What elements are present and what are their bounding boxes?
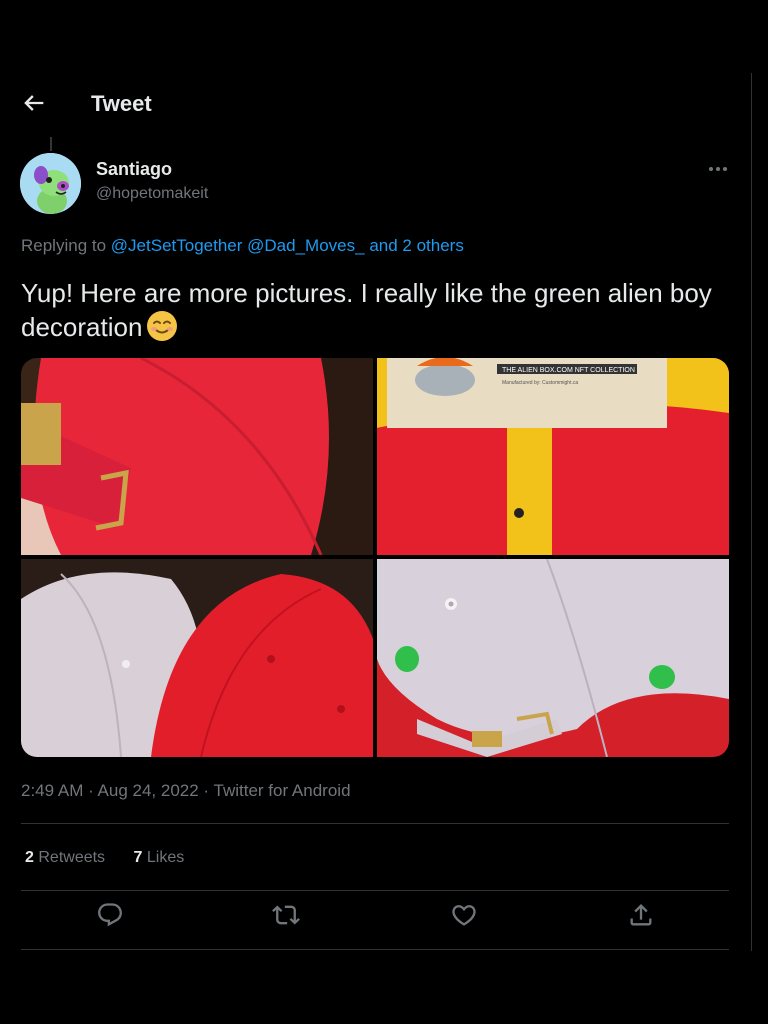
retweets-label: Retweets	[38, 849, 106, 866]
replying-to-label: Replying to	[21, 236, 107, 255]
more-options-icon[interactable]	[704, 157, 732, 181]
separator: ·	[198, 781, 214, 800]
tweet-date[interactable]: Aug 24, 2022	[98, 781, 199, 800]
avatar[interactable]	[20, 153, 81, 214]
mention-link[interactable]: @JetSetTogether	[111, 236, 243, 255]
divider	[21, 890, 729, 891]
author-name[interactable]: Santiago	[96, 159, 172, 180]
divider	[21, 823, 729, 824]
page-title: Tweet	[91, 91, 152, 116]
back-arrow-icon[interactable]	[20, 89, 48, 117]
media-photo-1[interactable]	[21, 358, 373, 555]
thread-connector	[50, 137, 52, 151]
media-grid: THE ALIEN BOX.COM NFT COLLECTION Manufac…	[21, 358, 729, 757]
smiling-face-icon	[146, 310, 178, 342]
author-handle[interactable]: @hopetomakeit	[96, 185, 208, 203]
engagement-stats: 2 Retweets 7 Likes	[25, 849, 208, 867]
tweet-detail-view: Tweet Santiago @hopetomakeit Replying to…	[0, 73, 752, 951]
media-photo-3[interactable]	[21, 559, 373, 757]
tweet-time[interactable]: 2:49 AM	[21, 781, 83, 800]
share-icon[interactable]	[627, 901, 655, 929]
retweet-icon[interactable]	[272, 901, 300, 929]
retweets-count: 2	[25, 849, 34, 866]
media-photo-4[interactable]	[377, 559, 729, 757]
tweet-metadata: 2:49 AM · Aug 24, 2022 · Twitter for And…	[21, 781, 351, 801]
tag-text-2: Manufactured by: Custommight.ca	[502, 380, 578, 386]
separator: ·	[83, 781, 98, 800]
likes-label: Likes	[146, 849, 185, 866]
like-icon[interactable]	[450, 901, 478, 929]
reply-icon[interactable]	[96, 901, 124, 929]
others-link[interactable]: and 2 others	[369, 236, 464, 255]
retweets-stat[interactable]: 2 Retweets	[25, 849, 105, 866]
divider	[21, 949, 729, 950]
likes-count: 7	[133, 849, 143, 866]
replying-to-line: Replying to @JetSetTogether @Dad_Moves_ …	[21, 236, 464, 256]
top-bar: Tweet	[0, 73, 752, 133]
mention-link[interactable]: @Dad_Moves_	[247, 236, 364, 255]
tweet-text: Yup! Here are more pictures. I really li…	[21, 276, 736, 344]
tweet-source[interactable]: Twitter for Android	[214, 781, 351, 800]
likes-stat[interactable]: 7 Likes	[134, 849, 185, 866]
tweet-body: Yup! Here are more pictures. I really li…	[21, 278, 712, 342]
tag-text-1: THE ALIEN BOX.COM NFT COLLECTION	[502, 367, 635, 374]
media-photo-2[interactable]: THE ALIEN BOX.COM NFT COLLECTION Manufac…	[377, 358, 729, 555]
action-bar	[0, 901, 752, 941]
